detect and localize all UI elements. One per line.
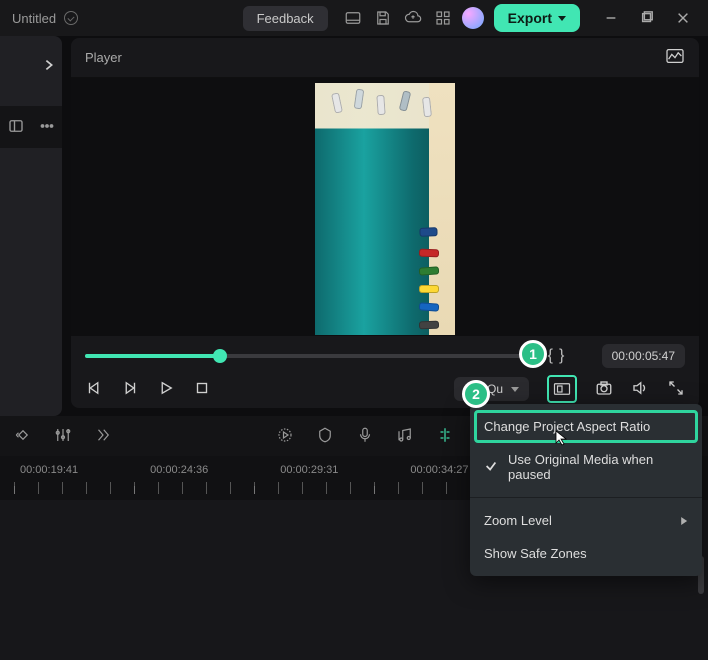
- cloud-upload-icon[interactable]: [398, 3, 428, 33]
- window-maximize-button[interactable]: [630, 3, 664, 33]
- export-label: Export: [508, 10, 552, 26]
- adjust-sliders-icon[interactable]: [54, 426, 72, 447]
- menu-item-label: Show Safe Zones: [484, 546, 587, 561]
- menu-item-label: Use Original Media when paused: [508, 452, 688, 482]
- preview-video-frame: [315, 83, 455, 335]
- playhead-scrubber[interactable]: [85, 354, 534, 358]
- left-panel-collapsed: [0, 36, 62, 416]
- play-button[interactable]: [157, 379, 175, 400]
- preview-canvas[interactable]: [71, 78, 699, 336]
- layout-toggle-icon[interactable]: [338, 3, 368, 33]
- callout-badge-2: 2: [462, 380, 490, 408]
- window-minimize-button[interactable]: [594, 3, 628, 33]
- stop-button[interactable]: [193, 379, 211, 400]
- menu-zoom-level[interactable]: Zoom Level: [470, 504, 702, 537]
- window-close-button[interactable]: [666, 3, 700, 33]
- ruler-time: 00:00:19:41: [20, 464, 78, 476]
- expand-left-panel-icon[interactable]: [42, 58, 56, 75]
- saved-check-icon: [64, 11, 78, 25]
- apps-grid-icon[interactable]: [428, 3, 458, 33]
- fullscreen-icon[interactable]: [667, 379, 685, 400]
- ruler-time: 00:00:34:27: [410, 464, 468, 476]
- menu-use-original-media[interactable]: Use Original Media when paused: [470, 443, 702, 491]
- player-panel: Player {} 00:00:05:47 Full Qu: [71, 38, 699, 408]
- check-icon: [484, 459, 498, 476]
- marker-icon[interactable]: [316, 426, 334, 447]
- save-icon[interactable]: [368, 3, 398, 33]
- speed-ramp-icon[interactable]: [276, 426, 294, 447]
- scrubber-knob[interactable]: [213, 349, 227, 363]
- step-back-button[interactable]: [85, 379, 103, 400]
- ruler-time: 00:00:29:31: [280, 464, 338, 476]
- menu-item-label: Zoom Level: [484, 513, 552, 528]
- audio-music-icon[interactable]: [396, 426, 414, 447]
- player-header-label: Player: [85, 50, 122, 65]
- user-avatar[interactable]: [462, 7, 484, 29]
- menu-change-aspect-ratio[interactable]: Change Project Aspect Ratio: [474, 410, 698, 443]
- in-out-brackets[interactable]: {}: [548, 347, 588, 365]
- export-button[interactable]: Export: [494, 4, 580, 32]
- menu-show-safe-zones[interactable]: Show Safe Zones: [470, 537, 702, 570]
- step-forward-button[interactable]: [121, 379, 139, 400]
- title-bar: Untitled Feedback Export: [0, 0, 708, 36]
- more-options-icon[interactable]: [38, 117, 56, 138]
- feedback-button[interactable]: Feedback: [243, 6, 328, 31]
- project-title: Untitled: [12, 11, 56, 26]
- callout-badge-1: 1: [519, 340, 547, 368]
- player-context-menu: Change Project Aspect Ratio Use Original…: [470, 404, 702, 576]
- voiceover-mic-icon[interactable]: [356, 426, 374, 447]
- split-cut-icon[interactable]: [436, 426, 454, 447]
- chevron-down-icon: [558, 16, 566, 21]
- submenu-arrow-icon: [680, 513, 688, 528]
- timecode-display[interactable]: 00:00:05:47: [602, 344, 685, 368]
- panel-icon[interactable]: [7, 117, 25, 138]
- scopes-icon[interactable]: [665, 48, 685, 67]
- chevron-down-icon: [511, 387, 519, 392]
- volume-icon[interactable]: [631, 379, 649, 400]
- expand-toolbar-icon[interactable]: [94, 426, 112, 447]
- aspect-ratio-button[interactable]: [547, 375, 577, 403]
- menu-separator: [470, 497, 702, 498]
- snapshot-icon[interactable]: [595, 379, 613, 400]
- keyframe-diamond-icon[interactable]: [14, 426, 32, 447]
- mouse-cursor-icon: [555, 430, 569, 449]
- ruler-time: 00:00:24:36: [150, 464, 208, 476]
